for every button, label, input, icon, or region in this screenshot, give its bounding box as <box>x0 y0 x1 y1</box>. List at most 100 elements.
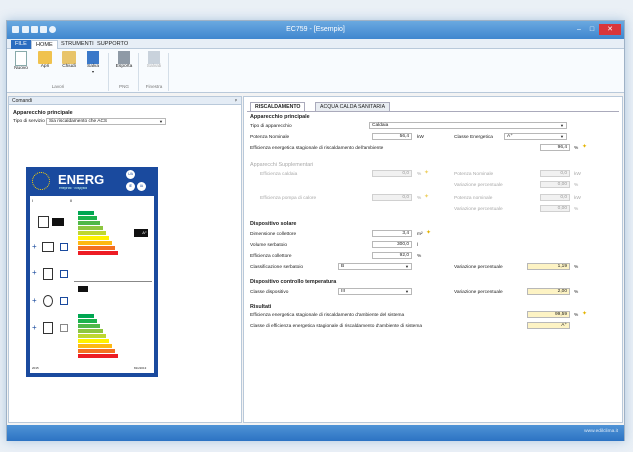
supp-power-input-1[interactable]: 0,0 <box>540 170 570 177</box>
saves-button[interactable]: Salvati <box>143 51 165 69</box>
service-select[interactable]: Sia riscaldamento che ACS ▼ <box>46 118 166 125</box>
tank-volume-unit: l <box>417 243 419 248</box>
lightbulb-icon[interactable]: ✦ <box>582 144 587 150</box>
new-label: Nuovo <box>14 66 28 71</box>
export-label: Esporta <box>115 64 133 69</box>
group-label-png: PNG <box>119 84 129 89</box>
close-button[interactable]: ✕ <box>599 24 621 35</box>
nominal-power-unit: kW <box>417 135 424 140</box>
ribbon-separator <box>168 53 169 91</box>
heat-pump-efficiency-unit: % <box>417 196 422 201</box>
device-class-value: III <box>341 289 345 294</box>
new-file-icon <box>15 51 27 66</box>
badge-ia: IA <box>137 182 146 191</box>
lightbulb-icon[interactable]: ✦ <box>424 194 429 200</box>
ribbon: Nuovo Apri Chiudi Salva ▾ Esporta Salvat… <box>7 49 624 93</box>
tab-home[interactable]: HOME <box>31 40 58 49</box>
supp-variation-label-2: Variazione percentuale <box>454 207 503 212</box>
maximize-button[interactable]: □ <box>586 24 598 35</box>
tab-support[interactable]: SUPPORTO <box>93 40 132 49</box>
nominal-power-input[interactable]: 56,4 <box>372 133 412 140</box>
boiler-efficiency-input[interactable]: 0,0 <box>372 170 412 177</box>
tank-class-label: Classificazione serbatoio <box>250 265 304 270</box>
plus-icon: + <box>32 268 37 277</box>
tab-file[interactable]: FILE <box>11 40 31 49</box>
tab-hot-water[interactable]: ACQUA CALDA SANITARIA <box>315 102 391 111</box>
lightbulb-icon[interactable]: ✦ <box>426 230 431 236</box>
seasonal-efficiency-label: Efficienza energetica stagionale di risc… <box>250 146 384 151</box>
solar-variation-label: Variazione percentuale <box>454 265 503 270</box>
save-button[interactable]: Salva ▾ <box>82 51 104 74</box>
collector-efficiency-input[interactable]: 92,0 <box>372 252 412 259</box>
temp-variation-label: Variazione percentuale <box>454 290 503 295</box>
supp-variation-input-1[interactable]: 0,00 <box>540 181 570 188</box>
pin-icon[interactable]: ᵖ <box>235 97 237 105</box>
folder-open-icon <box>38 51 52 64</box>
badge-ie: IE <box>126 182 135 191</box>
chevron-down-icon: ▼ <box>560 134 564 139</box>
appliance-type-value: Caldaia <box>372 123 389 128</box>
commands-header: Comandi ᵖ <box>9 97 241 105</box>
new-button[interactable]: Nuovo <box>10 51 32 71</box>
boiler-efficiency-unit: % <box>417 172 422 177</box>
energy-class-select[interactable]: A⁺ ▼ <box>504 133 567 140</box>
tab-underline <box>247 111 619 112</box>
appliance-type-select[interactable]: Caldaia ▼ <box>369 122 567 129</box>
system-efficiency-output: 99,59 <box>527 311 570 318</box>
minimize-button[interactable]: – <box>573 24 585 35</box>
close-doc-label: Chiudi <box>62 64 76 69</box>
collector-size-input[interactable]: 3,4 <box>372 230 412 237</box>
printer-icon <box>118 51 130 64</box>
save-icon <box>87 51 99 64</box>
seasonal-efficiency-unit: % <box>574 146 579 151</box>
ribbon-separator <box>138 53 139 91</box>
supp-variation-unit-2: % <box>574 207 579 212</box>
tank-class-select[interactable]: B ▼ <box>338 263 412 270</box>
chevron-down-icon: ▼ <box>405 289 409 294</box>
lightbulb-icon[interactable]: ✦ <box>424 170 429 176</box>
export-button[interactable]: Esporta <box>113 51 135 69</box>
supp-variation-input-2[interactable]: 0,00 <box>540 205 570 212</box>
thermostat-icon <box>43 295 53 307</box>
tab-heating[interactable]: RISCALDAMENTO <box>250 102 306 111</box>
solar-panel-icon <box>42 242 54 252</box>
energy-label: ENERG енергия · ενεργεια UA IE IA I II +… <box>26 167 158 377</box>
seasonal-efficiency-input[interactable]: 96,4 <box>540 144 570 151</box>
folder-close-icon <box>62 51 76 64</box>
plus-icon: + <box>32 242 37 251</box>
efficiency-scale-bottom <box>78 314 126 358</box>
device-class-select[interactable]: III ▼ <box>338 288 412 295</box>
collector-efficiency-unit: % <box>417 254 422 259</box>
tab-tools[interactable]: STRUMENTI <box>57 40 98 49</box>
tap-icon <box>52 218 64 226</box>
group-label-works: Lavori <box>51 84 65 89</box>
brand-link[interactable]: www.edilclima.it <box>584 429 618 434</box>
solar-variation-unit: % <box>574 265 579 270</box>
group-label-window: Finestra <box>145 84 163 89</box>
label-footer-left: 2015 <box>32 366 39 370</box>
checkbox-solar-icon <box>60 243 68 251</box>
section-main-appliance: Apparecchio principale <box>250 114 310 120</box>
lightbulb-icon[interactable]: ✦ <box>582 311 587 317</box>
commands-panel: Comandi ᵖ Apparecchio principale Tipo di… <box>8 96 242 423</box>
title-bar: EC759 - [Esempio] – □ ✕ <box>7 21 624 39</box>
label-body: I II + + + + A⁺ 2015 811/2013 <box>30 196 154 373</box>
label-roman-2: II <box>70 198 73 203</box>
energy-class-value: A⁺ <box>507 134 513 139</box>
checkbox-tank-icon <box>60 270 68 278</box>
heat-pump-efficiency-input[interactable]: 0,0 <box>372 194 412 201</box>
service-label: Tipo di servizio <box>13 119 45 124</box>
plus-icon: + <box>32 323 37 332</box>
device-class-label: Classe dispositivo <box>250 290 289 295</box>
close-doc-button[interactable]: Chiudi <box>58 51 80 69</box>
save-dropdown-icon[interactable]: ▾ <box>82 69 104 74</box>
open-button[interactable]: Apri <box>34 51 56 69</box>
open-label: Apri <box>40 64 50 69</box>
boiler-icon <box>38 216 49 228</box>
system-class-label: Classe di efficienza energetica stagiona… <box>250 324 423 329</box>
tank-volume-input[interactable]: 300,0 <box>372 241 412 248</box>
system-class-output: A⁺ <box>527 322 570 329</box>
boiler-efficiency-label: Efficienza caldaia <box>260 172 298 177</box>
checkbox-thermostat-icon <box>60 297 68 305</box>
supp-power-input-2[interactable]: 0,0 <box>540 194 570 201</box>
